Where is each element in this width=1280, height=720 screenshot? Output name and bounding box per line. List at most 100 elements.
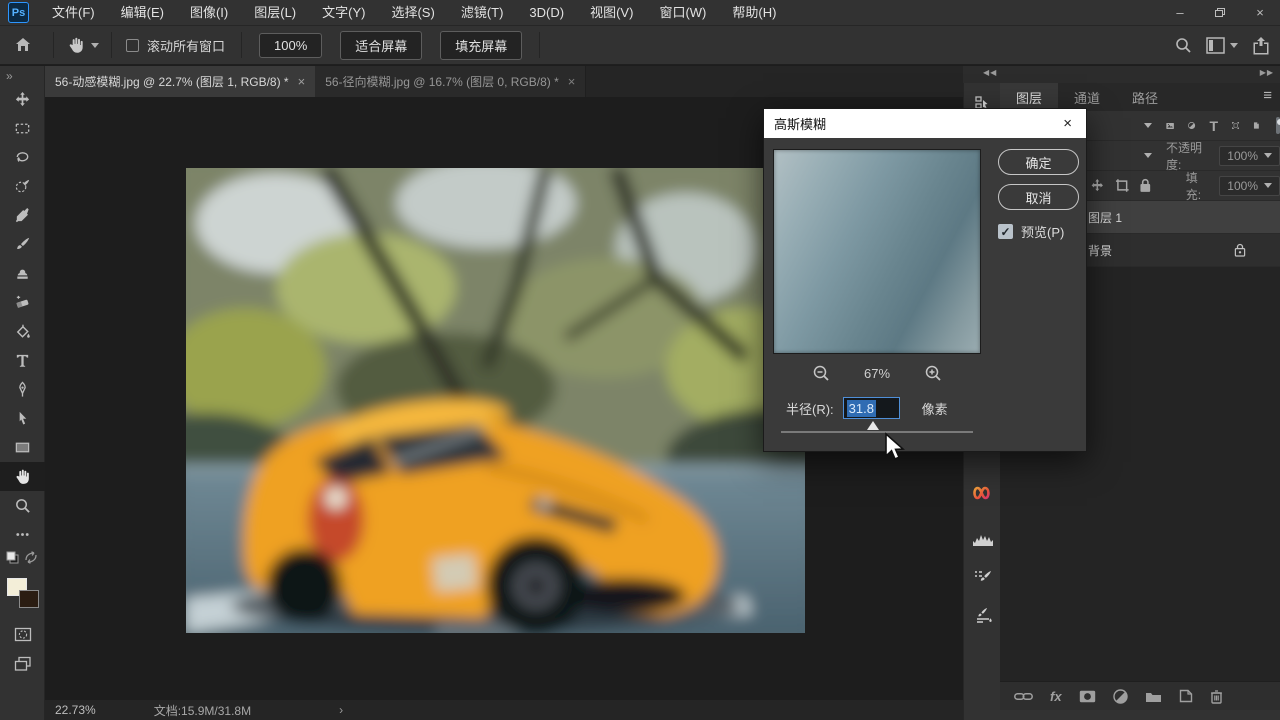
move-tool[interactable] — [0, 85, 45, 114]
close-button[interactable]: × — [1240, 0, 1280, 25]
tab-close-icon[interactable]: × — [298, 74, 306, 89]
radius-label: 半径(R): — [786, 399, 834, 418]
workspace-icon — [1206, 37, 1225, 54]
chevron-down-icon — [1264, 183, 1272, 188]
menu-edit[interactable]: 编辑(E) — [108, 0, 177, 25]
eyedropper-tool[interactable] — [0, 201, 45, 230]
cancel-button[interactable]: 取消 — [998, 184, 1079, 210]
more-tools-ellipsis[interactable] — [0, 520, 45, 549]
zoom-tool[interactable] — [0, 491, 45, 520]
menu-filter[interactable]: 滤镜(T) — [448, 0, 517, 25]
new-layer-icon[interactable] — [1179, 689, 1193, 703]
divider — [111, 32, 112, 58]
menu-file[interactable]: 文件(F) — [39, 0, 108, 25]
new-group-icon[interactable] — [1145, 690, 1162, 703]
filter-pixel-layers-icon[interactable] — [1166, 119, 1174, 133]
preview-label: 预览(P) — [1021, 222, 1064, 241]
brushes-panel-icon[interactable] — [964, 600, 1001, 630]
fit-screen-button[interactable]: 适合屏幕 — [340, 31, 422, 60]
lock-position-icon[interactable] — [1090, 178, 1105, 193]
toolbar-collapse-arrows[interactable]: » — [0, 66, 44, 85]
hand-tool[interactable] — [0, 462, 45, 491]
lock-transform-icon[interactable] — [1115, 178, 1130, 193]
new-adjustment-layer-icon[interactable] — [1113, 689, 1128, 704]
libraries-panel-icon[interactable] — [964, 478, 1001, 508]
paint-bucket-tool[interactable] — [0, 317, 45, 346]
menu-image[interactable]: 图像(I) — [177, 0, 241, 25]
tab-layers[interactable]: 图层 — [1000, 83, 1058, 111]
chevron-down-icon[interactable] — [1144, 153, 1152, 158]
ok-button[interactable]: 确定 — [998, 149, 1079, 175]
type-tool[interactable] — [0, 346, 45, 375]
default-colors-icon[interactable] — [6, 551, 19, 564]
minimize-button[interactable]: – — [1160, 0, 1200, 25]
document-tab-bar: 56-动感模糊.jpg @ 22.7% (图层 1, RGB/8) * × 56… — [45, 66, 963, 97]
zoom-out-icon[interactable] — [812, 364, 830, 382]
path-selection-tool[interactable] — [0, 404, 45, 433]
eraser-tool[interactable] — [0, 288, 45, 317]
swap-colors-icon[interactable] — [24, 551, 38, 564]
layer-style-fx-icon[interactable]: fx — [1050, 689, 1062, 704]
menu-layer[interactable]: 图层(L) — [241, 0, 309, 25]
dialog-title-bar[interactable]: 高斯模糊 × — [764, 109, 1086, 138]
hand-tool-preset[interactable] — [62, 35, 103, 55]
menu-3d[interactable]: 3D(D) — [516, 0, 577, 25]
menu-select[interactable]: 选择(S) — [378, 0, 447, 25]
radius-input[interactable]: 31.8 — [843, 397, 900, 419]
home-icon[interactable] — [14, 36, 32, 54]
radius-slider-thumb[interactable] — [867, 421, 879, 430]
blur-preview-thumbnail[interactable] — [773, 149, 981, 354]
collapse-panels-right-icon[interactable]: ▶▶ — [1260, 68, 1274, 77]
document-tab-active[interactable]: 56-动感模糊.jpg @ 22.7% (图层 1, RGB/8) * × — [45, 66, 315, 97]
screen-mode-button[interactable] — [0, 649, 45, 678]
panel-menu-icon[interactable]: ≡ — [1263, 87, 1272, 104]
lock-all-icon[interactable] — [1139, 178, 1152, 193]
menu-window[interactable]: 窗口(W) — [646, 0, 719, 25]
preview-checkbox-group[interactable]: ✓ 预览(P) — [998, 222, 1064, 241]
tab-channels[interactable]: 通道 — [1058, 83, 1116, 111]
preview-checkbox[interactable]: ✓ — [998, 224, 1013, 239]
workspace-switcher[interactable] — [1206, 37, 1238, 54]
status-zoom-level[interactable]: 22.73% — [55, 703, 96, 717]
zoom-100-button[interactable]: 100% — [259, 33, 322, 58]
fill-screen-button[interactable]: 填充屏幕 — [440, 31, 522, 60]
filter-smart-objects-icon[interactable] — [1253, 118, 1259, 133]
add-layer-mask-icon[interactable] — [1079, 690, 1096, 703]
menu-help[interactable]: 帮助(H) — [719, 0, 789, 25]
menu-view[interactable]: 视图(V) — [577, 0, 646, 25]
filter-toggle[interactable] — [1276, 117, 1280, 134]
delete-layer-icon[interactable] — [1210, 689, 1223, 704]
background-color-swatch[interactable] — [19, 590, 39, 608]
status-chevron-icon[interactable]: › — [339, 703, 343, 717]
brush-settings-panel-icon[interactable] — [964, 562, 1001, 592]
lasso-tool[interactable] — [0, 143, 45, 172]
dialog-close-icon[interactable]: × — [1059, 115, 1076, 132]
rectangle-tool[interactable] — [0, 433, 45, 462]
marquee-tool[interactable] — [0, 114, 45, 143]
opacity-value[interactable]: 100% — [1219, 146, 1280, 166]
clone-stamp-tool[interactable] — [0, 259, 45, 288]
fill-value[interactable]: 100% — [1219, 176, 1280, 196]
collapse-panels-left-icon[interactable]: ◀◀ — [983, 68, 997, 77]
brush-tool[interactable] — [0, 230, 45, 259]
share-icon[interactable] — [1252, 36, 1270, 55]
link-layers-icon[interactable] — [1014, 691, 1033, 702]
menu-type[interactable]: 文字(Y) — [309, 0, 378, 25]
search-icon[interactable] — [1174, 36, 1192, 54]
histogram-panel-icon[interactable] — [964, 524, 1001, 554]
pen-tool[interactable] — [0, 375, 45, 404]
restore-button[interactable] — [1200, 0, 1240, 25]
zoom-in-icon[interactable] — [924, 364, 942, 382]
document-tab-inactive[interactable]: 56-径向模糊.jpg @ 16.7% (图层 0, RGB/8) * × — [315, 66, 586, 97]
filter-type-layers-icon[interactable]: T — [1210, 118, 1219, 134]
scroll-all-windows-checkbox[interactable] — [126, 39, 139, 52]
restore-icon — [1215, 8, 1225, 17]
tab-close-icon[interactable]: × — [568, 74, 576, 89]
quick-mask-button[interactable] — [0, 620, 45, 649]
object-selection-tool[interactable] — [0, 172, 45, 201]
tab-paths[interactable]: 路径 — [1116, 83, 1174, 111]
filter-shape-layers-icon[interactable] — [1232, 118, 1239, 133]
radius-slider-track[interactable] — [781, 431, 973, 433]
photoshop-logo: Ps — [8, 2, 29, 23]
filter-adjustment-layers-icon[interactable] — [1188, 118, 1195, 133]
